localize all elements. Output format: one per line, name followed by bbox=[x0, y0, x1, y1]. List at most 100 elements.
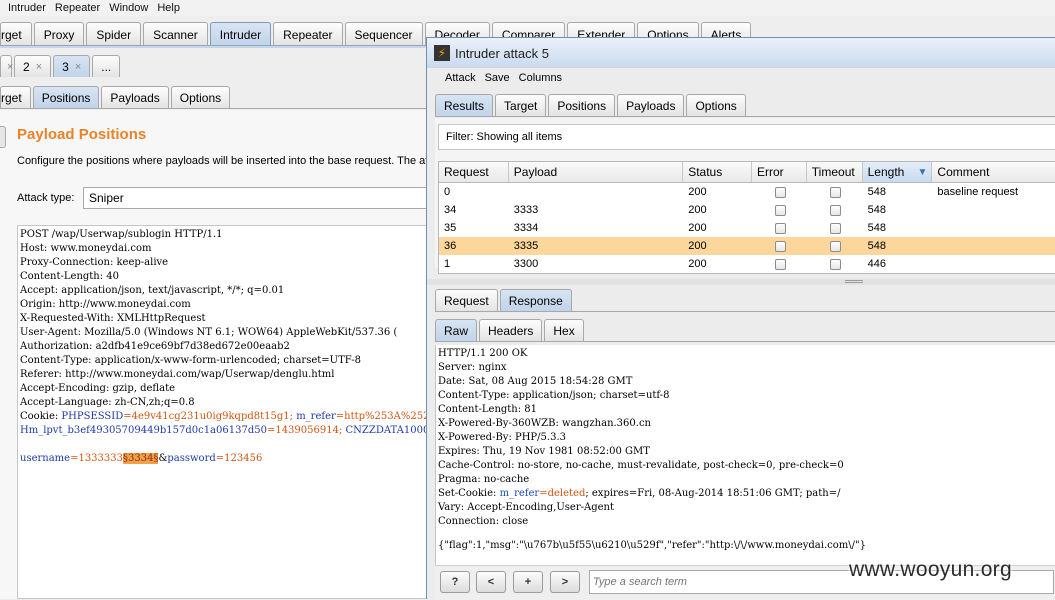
cell-payload: 3333 bbox=[513, 204, 539, 216]
attack-tab-new[interactable]: ... bbox=[92, 55, 121, 77]
tab-underline bbox=[0, 45, 430, 48]
setcookie-rest: ; expires=Fri, 08-Aug-2014 18:51:06 GMT;… bbox=[585, 488, 841, 499]
tab-response[interactable]: Response bbox=[499, 289, 572, 311]
window-titlebar[interactable]: ⚡ Intruder attack 5 bbox=[427, 38, 1055, 68]
filter-bar[interactable]: Filter: Showing all items bbox=[438, 124, 1055, 150]
table-row-selected[interactable]: 36 3335 200 548 bbox=[439, 237, 1055, 255]
tab-options-sub[interactable]: Options bbox=[170, 86, 231, 108]
next-button[interactable]: > bbox=[550, 571, 580, 593]
cell-length: 548 bbox=[867, 186, 886, 198]
request-line: Accept: application/json, text/javascrip… bbox=[20, 285, 285, 296]
table-row[interactable]: 0 200 548 baseline request bbox=[439, 183, 1055, 201]
response-body-json: {"flag":1,"msg":"\u767b\u5f55\u6210\u529… bbox=[438, 540, 866, 551]
attack-type-select[interactable]: Sniper bbox=[83, 187, 443, 209]
tab-target[interactable]: Target bbox=[495, 94, 547, 116]
attack-tab-label: 2 bbox=[23, 59, 30, 74]
previous-button[interactable]: < bbox=[476, 571, 506, 593]
cell-length: 446 bbox=[867, 258, 886, 270]
menu-attack[interactable]: Attack bbox=[445, 72, 476, 84]
table-header: Request Payload Status Error Timeout Len… bbox=[439, 162, 1055, 183]
request-line: POST /wap/Userwap/sublogin HTTP/1.1 bbox=[20, 229, 223, 240]
table-row[interactable]: 1 3300 200 446 bbox=[439, 255, 1055, 273]
positions-panel: Payload Positions Configure the position… bbox=[0, 110, 443, 599]
tab-positions[interactable]: Positions bbox=[32, 86, 100, 108]
param-key: password bbox=[167, 453, 216, 464]
menu-repeater[interactable]: Repeater bbox=[55, 2, 100, 14]
col-error[interactable]: Error bbox=[752, 162, 807, 182]
tab-raw[interactable]: Raw bbox=[435, 319, 478, 341]
response-line: X-Powered-By: PHP/5.3.3 bbox=[438, 432, 566, 443]
timeout-checkbox bbox=[829, 258, 841, 270]
response-line: HTTP/1.1 200 OK bbox=[438, 348, 528, 359]
close-icon[interactable]: × bbox=[36, 61, 42, 73]
timeout-checkbox bbox=[829, 204, 841, 216]
help-gear-icon[interactable] bbox=[0, 126, 6, 148]
menu-columns[interactable]: Columns bbox=[519, 72, 562, 84]
request-body-line: username=1333333§3334§&password=123456 bbox=[20, 452, 434, 466]
help-button[interactable]: ? bbox=[440, 571, 470, 593]
attack-tab-3[interactable]: 3 × bbox=[53, 55, 91, 77]
request-editor[interactable]: POST /wap/Userwap/sublogin HTTP/1.1 Host:… bbox=[17, 225, 437, 599]
attack-tab-1[interactable]: × bbox=[0, 55, 13, 77]
response-line: Vary: Accept-Encoding,User-Agent bbox=[438, 502, 615, 513]
tab-repeater[interactable]: Repeater bbox=[273, 22, 343, 46]
col-length-label: Length bbox=[867, 165, 905, 179]
tab-options[interactable]: Options bbox=[686, 94, 746, 116]
tab-target-sub[interactable]: rget bbox=[0, 86, 31, 108]
tab-payloads[interactable]: Payloads bbox=[101, 86, 169, 108]
menu-help[interactable]: Help bbox=[157, 2, 180, 14]
col-length[interactable]: Length ▼ bbox=[862, 162, 933, 182]
response-line: Pragma: no-cache bbox=[438, 474, 530, 485]
request-response-tab-bar: Request Response bbox=[435, 287, 1055, 312]
response-editor[interactable]: HTTP/1.1 200 OK Server: nginx Date: Sat, 0… bbox=[435, 345, 1055, 565]
tab-target[interactable]: rget bbox=[0, 22, 32, 46]
param-value: =1333333 bbox=[70, 453, 123, 464]
setcookie-line: Set-Cookie: m_refer=deleted; expires=Fri… bbox=[438, 487, 1054, 501]
tab-proxy[interactable]: Proxy bbox=[33, 22, 85, 46]
request-line: X-Requested-With: XMLHttpRequest bbox=[20, 313, 206, 324]
menubar: Intruder Repeater Window Help bbox=[0, 0, 1055, 16]
sort-desc-icon: ▼ bbox=[917, 166, 928, 178]
positions-description: Configure the positions where payloads w… bbox=[17, 155, 429, 167]
col-status[interactable]: Status bbox=[683, 162, 752, 182]
tab-request[interactable]: Request bbox=[435, 289, 498, 311]
param-value: =123456 bbox=[215, 453, 263, 464]
drag-handle-icon[interactable] bbox=[845, 280, 863, 283]
tab-payloads[interactable]: Payloads bbox=[617, 94, 685, 116]
page-title: Payload Positions bbox=[17, 126, 147, 143]
tab-intruder[interactable]: Intruder bbox=[209, 22, 272, 46]
timeout-checkbox bbox=[829, 186, 841, 198]
response-line: Expires: Thu, 19 Nov 1981 08:52:00 GMT bbox=[438, 446, 650, 457]
menu-save[interactable]: Save bbox=[485, 72, 510, 84]
add-button[interactable]: + bbox=[513, 571, 543, 593]
menu-intruder[interactable]: Intruder bbox=[8, 2, 46, 14]
table-row[interactable]: 35 3334 200 548 bbox=[439, 219, 1055, 237]
setcookie-prefix: Set-Cookie: bbox=[438, 488, 500, 499]
tab-spider[interactable]: Spider bbox=[86, 22, 142, 46]
table-row[interactable]: 34 3333 200 548 bbox=[439, 201, 1055, 219]
cell-length: 548 bbox=[867, 222, 886, 234]
request-line: Host: www.moneydai.com bbox=[20, 243, 152, 254]
col-payload[interactable]: Payload bbox=[509, 162, 684, 182]
close-icon[interactable]: × bbox=[7, 61, 13, 73]
request-line: Referer: http://www.moneydai.com/wap/Use… bbox=[20, 369, 335, 380]
tab-positions[interactable]: Positions bbox=[548, 94, 616, 116]
watermark: www.wooyun.org bbox=[849, 558, 1012, 581]
menu-window[interactable]: Window bbox=[109, 2, 148, 14]
tab-hex[interactable]: Hex bbox=[544, 319, 584, 341]
col-request[interactable]: Request bbox=[439, 162, 509, 182]
col-comment[interactable]: Comment bbox=[932, 162, 1055, 182]
tab-headers[interactable]: Headers bbox=[479, 319, 543, 341]
request-line: Content-Type: application/x-www-form-url… bbox=[20, 355, 361, 366]
split-pane-divider[interactable] bbox=[427, 279, 1055, 285]
cell-length: 548 bbox=[867, 204, 886, 216]
results-panel: Filter: Showing all items Request Payloa… bbox=[435, 118, 1055, 274]
cell-status: 200 bbox=[688, 240, 707, 252]
attack-tab-2[interactable]: 2 × bbox=[14, 55, 52, 77]
tab-sequencer[interactable]: Sequencer bbox=[344, 22, 423, 46]
tab-results[interactable]: Results bbox=[435, 94, 494, 116]
close-icon[interactable]: × bbox=[75, 61, 81, 73]
col-timeout[interactable]: Timeout bbox=[807, 162, 863, 182]
tab-scanner[interactable]: Scanner bbox=[143, 22, 208, 46]
request-line: User-Agent: Mozilla/5.0 (Windows NT 6.1;… bbox=[20, 327, 398, 338]
